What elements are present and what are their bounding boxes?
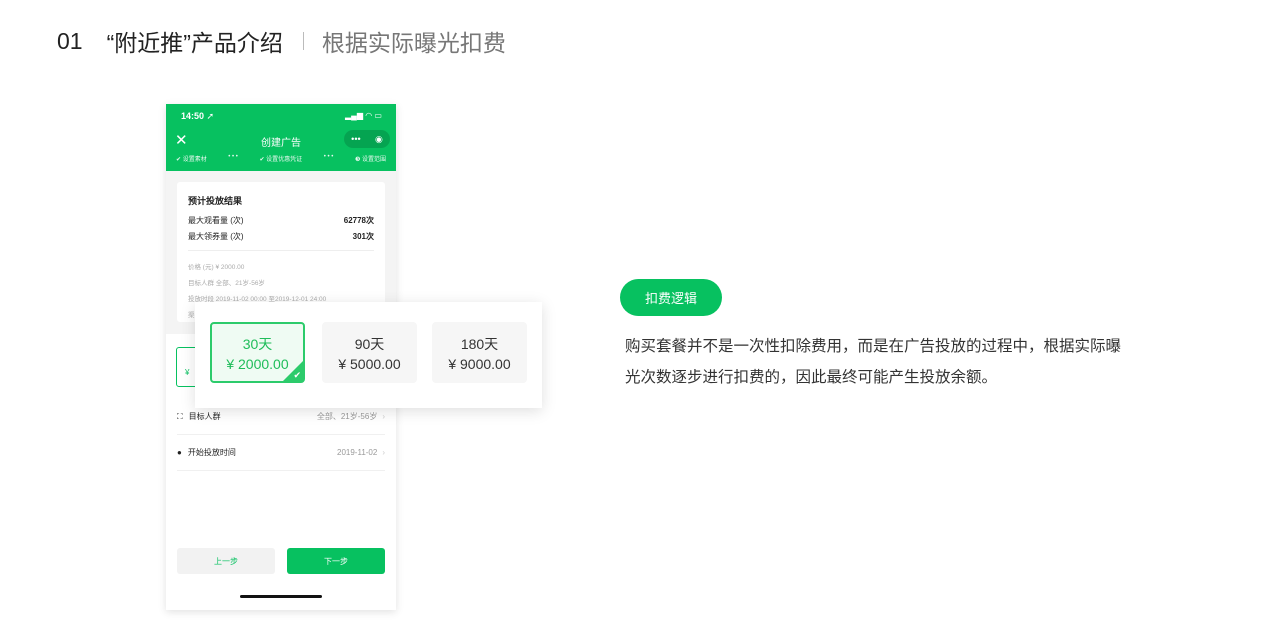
package-selector: 30天 ¥ 2000.00 ✔ 90天 ¥ 5000.00 180天 ¥ 900… <box>195 302 542 408</box>
list-label: 目标人群 <box>188 412 221 421</box>
status-time: 14:50 ➚ <box>181 111 215 121</box>
step: ✔ 设置素材 <box>176 157 207 163</box>
step-indicator: ✔ 设置素材 • • • ✔ 设置优惠凭证 • • • ❸ 设置范围 <box>176 154 386 163</box>
target-icon[interactable]: ◉ <box>375 134 383 145</box>
card-title: 预计投放结果 <box>188 196 243 206</box>
clock-icon: ● <box>177 448 182 457</box>
list-value: 2019-11-02 <box>337 448 378 457</box>
stat-row: 最大观看量 (次) 62778次 <box>188 215 374 226</box>
package-price: ¥ 5000.00 <box>338 356 401 372</box>
stat-value: 62778次 <box>343 216 374 225</box>
list-value: 全部、21岁-56岁 <box>316 412 378 421</box>
package-option-180[interactable]: 180天 ¥ 9000.00 <box>432 322 527 383</box>
step: ✔ 设置优惠凭证 <box>259 157 303 163</box>
stat-label: 最大领券量 (次) <box>188 232 244 241</box>
more-icon[interactable]: ••• <box>351 134 360 144</box>
page-title: “附近推”产品介绍 <box>106 30 283 56</box>
status-icons: ▂▄▆ ◠ ▭ <box>345 111 382 120</box>
chevron-right-icon: › <box>382 448 385 457</box>
page-header: 01 “附近推”产品介绍 根据实际曝光扣费 <box>57 24 506 58</box>
section-number: 01 <box>57 27 83 54</box>
meta-line: 目标人群 全部、21岁-56岁 <box>188 280 265 287</box>
stat-row: 最大领券量 (次) 301次 <box>188 231 374 242</box>
list-item-start-time[interactable]: ● 开始投放时间 2019-11-02 › <box>177 435 385 471</box>
home-indicator <box>240 595 322 598</box>
check-icon: ✔ <box>293 370 301 380</box>
step-dots: • • • <box>228 154 238 160</box>
package-option-90[interactable]: 90天 ¥ 5000.00 <box>322 322 417 383</box>
page-subtitle: 根据实际曝光扣费 <box>321 30 506 56</box>
phone-header: 14:50 ➚ ▂▄▆ ◠ ▭ ✕ 创建广告 ••• ◉ ✔ 设置素材 • • … <box>166 104 396 171</box>
package-days: 90天 <box>354 336 385 352</box>
prev-button[interactable]: 上一步 <box>177 548 275 574</box>
step: ❸ 设置范围 <box>354 157 386 163</box>
package-price: ¥ 9000.00 <box>448 356 511 372</box>
divider <box>302 32 304 50</box>
stat-value: 301次 <box>352 232 374 241</box>
description-text: 购买套餐并不是一次性扣除费用，而是在广告投放的过程中，根据实际曝光次数逐步进行扣… <box>625 338 1122 386</box>
chevron-right-icon: › <box>382 412 385 421</box>
stat-label: 最大观看量 (次) <box>188 216 244 225</box>
meta-line: 价格 (元) ¥ 2000.00 <box>188 264 245 271</box>
list-label: 开始投放时间 <box>187 448 236 457</box>
package-days: 30天 <box>242 336 273 352</box>
next-button[interactable]: 下一步 <box>287 548 385 574</box>
estimate-card: 预计投放结果 最大观看量 (次) 62778次 最大领券量 (次) 301次 价格 … <box>177 182 385 322</box>
divider <box>188 250 374 251</box>
capsule-menu[interactable]: ••• ◉ <box>344 130 390 148</box>
package-option-30[interactable]: 30天 ¥ 2000.00 ✔ <box>210 322 305 383</box>
audience-icon: ⛶ <box>177 411 183 421</box>
step-dots: • • • <box>323 154 334 160</box>
package-days: 180天 <box>460 336 499 352</box>
billing-logic-tag: 扣费逻辑 <box>620 279 722 316</box>
